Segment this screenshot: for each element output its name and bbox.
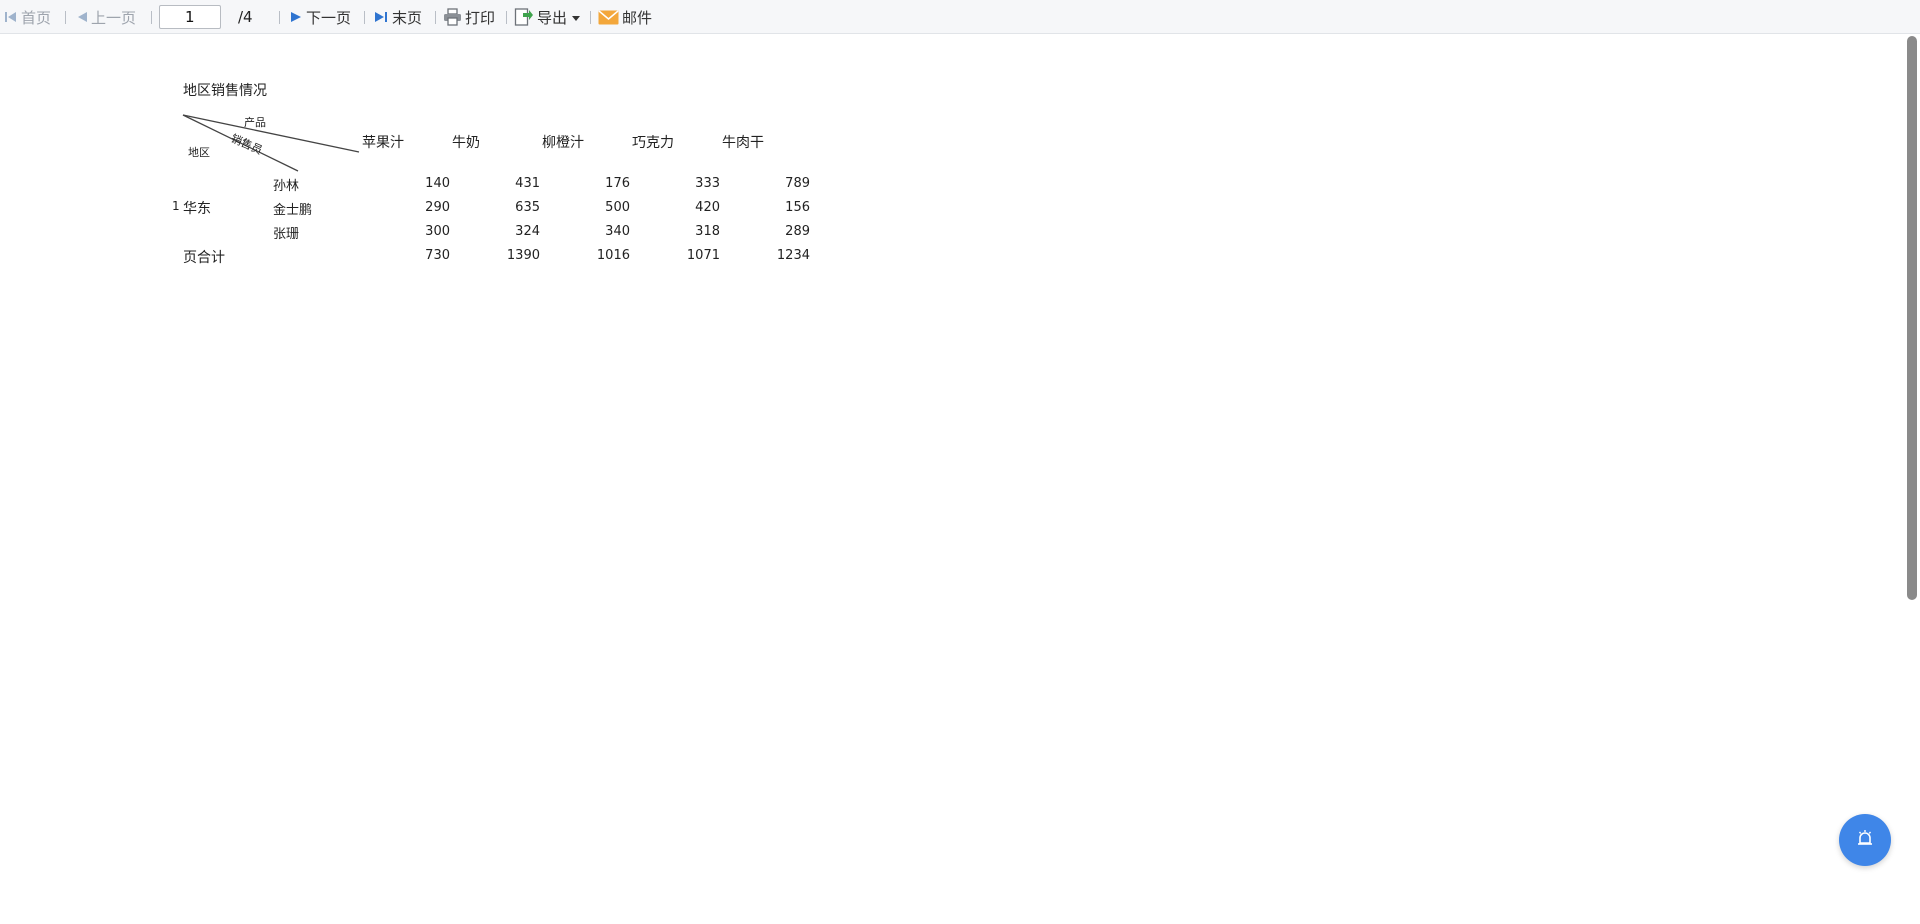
- toolbar-separator: [435, 11, 436, 24]
- total-value: 1016: [596, 248, 630, 263]
- toolbar-separator: [279, 11, 280, 24]
- export-icon: [514, 7, 534, 27]
- export-label: 导出: [537, 8, 568, 27]
- sales-value: 333: [695, 176, 720, 191]
- prev-page-label: 上一页: [91, 8, 137, 27]
- sales-value: 789: [785, 176, 810, 191]
- product-header: 牛肉干: [722, 135, 764, 151]
- page-total: /4: [238, 8, 253, 26]
- print-label: 打印: [465, 8, 496, 27]
- total-value: 1071: [686, 248, 720, 263]
- sales-value: 420: [695, 200, 720, 215]
- first-page-button[interactable]: 首页: [4, 0, 51, 34]
- sales-value: 431: [515, 176, 540, 191]
- vertical-scrollbar[interactable]: [1904, 34, 1920, 924]
- toolbar-separator: [506, 11, 507, 24]
- total-value: 1390: [506, 248, 540, 263]
- salesperson-name: 金士鹏: [273, 203, 313, 218]
- diag-header-product: 产品: [244, 116, 266, 129]
- toolbar-separator: [590, 11, 591, 24]
- last-page-label: 末页: [392, 8, 423, 27]
- sales-value: 340: [605, 224, 630, 239]
- page-total-label: 页合计: [183, 250, 225, 266]
- prev-page-button[interactable]: 上一页: [76, 0, 136, 34]
- sales-value: 289: [785, 224, 810, 239]
- sales-value: 324: [515, 224, 540, 239]
- next-page-icon: [289, 10, 303, 24]
- next-page-label: 下一页: [306, 8, 352, 27]
- alarm-icon: [1855, 828, 1875, 852]
- last-page-button[interactable]: 末页: [374, 0, 422, 34]
- product-header: 牛奶: [452, 135, 480, 151]
- mail-icon: [598, 9, 619, 25]
- floating-alarm-button[interactable]: [1839, 814, 1891, 866]
- toolbar-separator: [364, 11, 365, 24]
- toolbar-separator: [65, 11, 66, 24]
- prev-page-icon: [76, 10, 88, 24]
- next-page-button[interactable]: 下一页: [289, 0, 351, 34]
- sales-value: 300: [425, 224, 450, 239]
- toolbar-separator: [151, 11, 152, 24]
- diag-header-region: 地区: [188, 146, 210, 159]
- sales-value: 500: [605, 200, 630, 215]
- region-index: 1: [172, 199, 180, 213]
- total-value: 1234: [776, 248, 810, 263]
- sales-value: 176: [605, 176, 630, 191]
- product-header: 巧克力: [632, 135, 674, 151]
- salesperson-name: 孙林: [273, 179, 300, 194]
- last-page-icon: [374, 10, 389, 24]
- mail-label: 邮件: [622, 8, 653, 27]
- report-page: 地区销售情况 产品 销售员 地区 苹果汁 牛奶 柳橙汁 巧克力 牛肉干 1 华东…: [0, 34, 1900, 924]
- scrollbar-thumb[interactable]: [1907, 36, 1917, 600]
- sales-value: 318: [695, 224, 720, 239]
- product-header: 苹果汁: [362, 135, 404, 151]
- total-value: 730: [425, 248, 450, 263]
- first-page-label: 首页: [21, 8, 52, 27]
- dropdown-caret-icon: [572, 8, 581, 26]
- salesperson-name: 张珊: [273, 227, 300, 242]
- product-header: 柳橙汁: [542, 135, 584, 151]
- sales-value: 156: [785, 200, 810, 215]
- sales-value: 635: [515, 200, 540, 215]
- report-toolbar: 首页 上一页 /4 下一页 末页 打印 导出: [0, 0, 1920, 34]
- print-icon: [443, 8, 462, 26]
- print-button[interactable]: 打印: [443, 0, 495, 34]
- sales-value: 290: [425, 200, 450, 215]
- page-number-input[interactable]: [159, 5, 221, 29]
- mail-button[interactable]: 邮件: [598, 0, 652, 34]
- diagonal-header-lines: [182, 114, 360, 172]
- export-button[interactable]: 导出: [514, 0, 581, 34]
- first-page-icon: [4, 10, 18, 24]
- region-name: 华东: [183, 201, 211, 217]
- sales-value: 140: [425, 176, 450, 191]
